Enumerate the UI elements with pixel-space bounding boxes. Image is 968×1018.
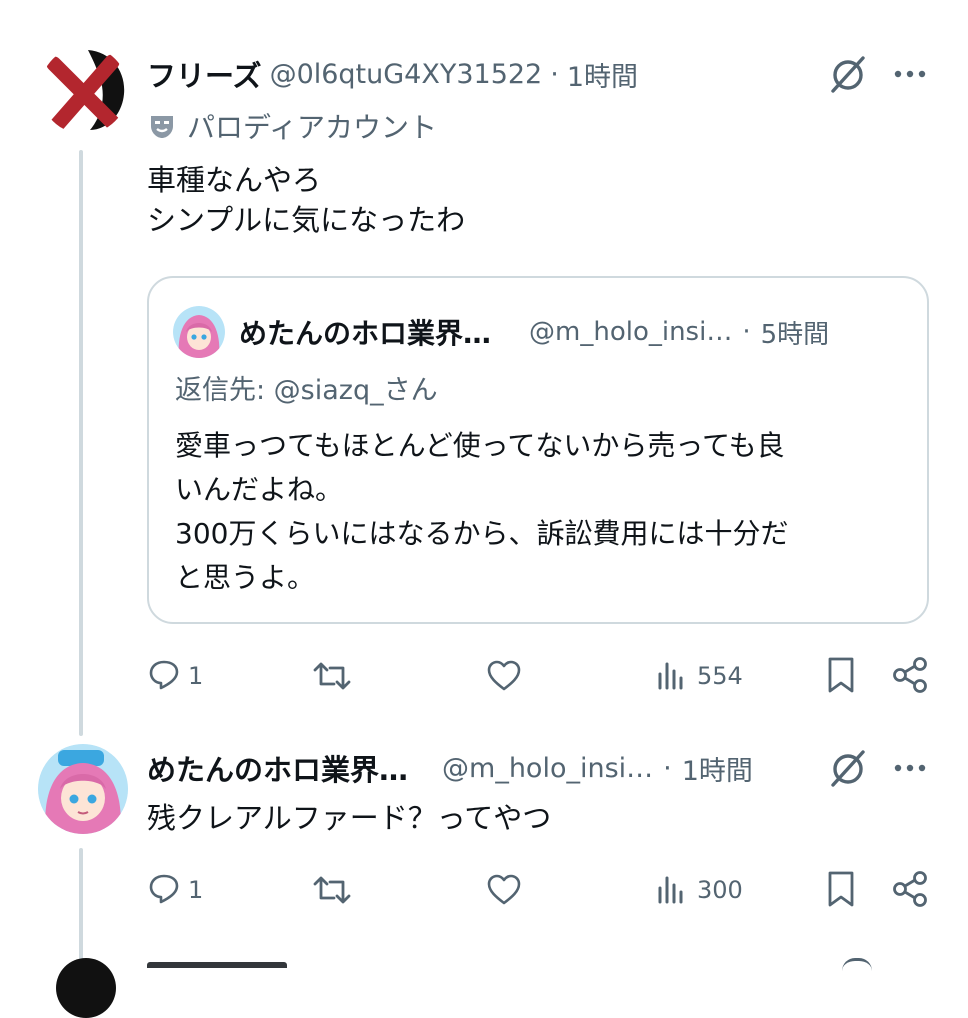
timestamp[interactable]: 1時間 xyxy=(567,55,638,94)
avatar[interactable] xyxy=(40,46,128,134)
views-icon xyxy=(655,658,687,694)
views-icon xyxy=(655,872,687,908)
reply-action[interactable]: 1 xyxy=(148,656,203,696)
character-avatar-icon xyxy=(173,306,225,358)
grok-icon[interactable] xyxy=(842,958,872,971)
views-action[interactable]: 554 xyxy=(655,656,743,696)
quote-avatar[interactable] xyxy=(173,306,225,358)
view-count: 554 xyxy=(697,662,743,690)
separator: · xyxy=(742,317,751,347)
timestamp[interactable]: 1時間 xyxy=(682,749,753,788)
quote-display-name[interactable]: めたんのホロ業界… xyxy=(239,312,491,352)
reply-count: 1 xyxy=(188,876,204,904)
bookmark-icon[interactable] xyxy=(826,656,856,698)
next-post-header-partial xyxy=(147,962,287,968)
share-icon[interactable] xyxy=(890,656,930,698)
separator: · xyxy=(550,58,559,90)
quote-text: 愛車っつてもほとんど使ってないから売っても良 いんだよね。 300万くらいにはな… xyxy=(175,429,789,594)
bookmark-icon[interactable] xyxy=(826,870,856,912)
reply-icon xyxy=(148,658,180,694)
avatar[interactable] xyxy=(56,958,116,1018)
view-count: 300 xyxy=(697,876,743,904)
avatar-x-icon xyxy=(46,50,125,134)
reply-count: 1 xyxy=(188,662,204,690)
parody-label: パロディアカウント xyxy=(147,106,437,146)
post-text: 車種なんやろ シンプルに気になったわ xyxy=(147,163,466,237)
thread-line xyxy=(79,848,83,968)
retweet-icon[interactable] xyxy=(312,872,352,912)
thread-line xyxy=(79,150,83,736)
like-icon[interactable] xyxy=(486,660,522,696)
grok-icon[interactable] xyxy=(828,54,868,94)
character-avatar-icon xyxy=(38,744,128,834)
grok-icon[interactable] xyxy=(828,748,868,788)
reply-to[interactable]: 返信先: @siazq_さん xyxy=(175,368,438,407)
views-action[interactable]: 300 xyxy=(655,870,743,910)
display-name[interactable]: めたんのホロ業界… xyxy=(147,747,408,789)
quote-handle[interactable]: @m_holo_insi… xyxy=(529,317,732,347)
avatar[interactable] xyxy=(38,744,128,834)
quoted-post[interactable]: めたんのホロ業界… @m_holo_insi… · 5時間 返信先: @siaz… xyxy=(147,276,929,624)
more-icon[interactable] xyxy=(890,756,930,780)
handle[interactable]: @0l6qtuG4XY31522 xyxy=(270,59,543,90)
reply-action[interactable]: 1 xyxy=(148,870,203,910)
parody-label-text: パロディアカウント xyxy=(187,111,438,144)
retweet-icon[interactable] xyxy=(312,658,352,698)
handle[interactable]: @m_holo_insi… xyxy=(442,753,653,784)
share-icon[interactable] xyxy=(890,870,930,912)
quote-timestamp[interactable]: 5時間 xyxy=(761,314,830,351)
parody-mask-icon xyxy=(147,111,177,141)
more-icon[interactable] xyxy=(890,62,930,86)
separator: · xyxy=(663,752,672,784)
post-text: 残クレアルファード？ってやつ xyxy=(147,801,552,835)
like-icon[interactable] xyxy=(486,874,522,910)
reply-icon xyxy=(148,872,180,908)
display-name[interactable]: フリーズ xyxy=(147,53,262,95)
